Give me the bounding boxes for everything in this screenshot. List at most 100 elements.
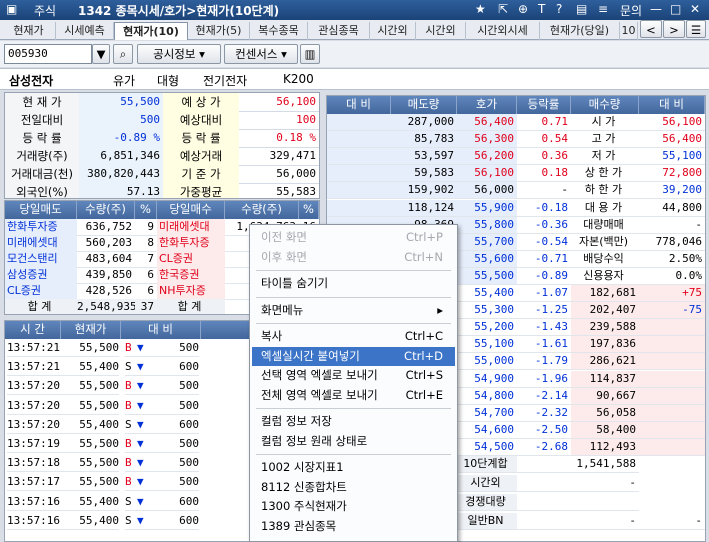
ask-qty[interactable]: 159,902 xyxy=(391,182,457,200)
tab-2[interactable]: 현재가(10) xyxy=(114,22,188,40)
bid-qty[interactable]: 56,058 xyxy=(571,404,639,422)
ask-rate: -0.54 xyxy=(517,234,571,251)
broker-sell-pct: 7 xyxy=(135,251,157,268)
broker-sell-name[interactable]: 한화투자증 xyxy=(5,219,77,236)
tick-side: S xyxy=(125,513,137,530)
ask-qty[interactable]: 85,783 xyxy=(391,131,457,149)
consensus-button[interactable]: 컨센서스 ▾ xyxy=(224,44,298,64)
bid-rate: -2.50 xyxy=(517,422,571,439)
menu-item[interactable]: 8112 신종합차트 xyxy=(252,478,455,497)
tab-menu-button[interactable]: ☰ xyxy=(686,20,706,38)
bid-price[interactable]: 55,100 xyxy=(457,336,517,354)
bid-qty[interactable]: 58,400 xyxy=(571,421,639,439)
code-dropdown-icon[interactable]: ▼ xyxy=(92,44,110,64)
tab-10[interactable]: 10 xyxy=(620,22,638,40)
ask-price[interactable]: 55,800 xyxy=(457,216,517,234)
broker-buy-name[interactable]: 한화투자증 xyxy=(157,235,225,252)
broker-buy-name[interactable]: 미래에셋대 xyxy=(157,219,225,236)
ask-price[interactable]: 56,400 xyxy=(457,114,517,131)
bid-price[interactable]: 54,800 xyxy=(457,388,517,405)
menu-item[interactable]: 컬럼 정보 저장 xyxy=(252,412,455,431)
help-icon[interactable]: ? xyxy=(556,2,562,16)
broker-sell-name[interactable]: 미래에셋대 xyxy=(5,235,77,252)
menu-item-shortcut: Ctrl+P xyxy=(405,230,443,244)
maximize-icon[interactable]: □ xyxy=(670,2,681,16)
bid-qty[interactable]: 239,588 xyxy=(571,319,639,337)
tab-prev-button[interactable]: < xyxy=(640,20,662,38)
ask-price[interactable]: 55,500 xyxy=(457,267,517,285)
tab-4[interactable]: 복수종목 xyxy=(250,22,308,40)
tab-6[interactable]: 시간외 xyxy=(370,22,416,40)
ask-price[interactable]: 56,100 xyxy=(457,165,517,183)
tab-3[interactable]: 현재가(5) xyxy=(188,22,250,40)
bid-price[interactable]: 54,700 xyxy=(457,405,517,422)
menu-item[interactable]: 컬럼 정보 원래 상태로 xyxy=(252,432,455,451)
export-icon[interactable]: ⇱ xyxy=(498,2,508,16)
lock-icon[interactable]: ⊕ xyxy=(518,2,528,16)
chart-icon[interactable]: ▥ xyxy=(300,44,320,64)
ask-price[interactable]: 55,900 xyxy=(457,199,517,217)
bid-qty[interactable]: 286,621 xyxy=(571,353,639,371)
menu-item[interactable]: 선택 영역 엑셀로 보내기 Ctrl+S xyxy=(252,366,455,385)
ask-qty[interactable]: 118,124 xyxy=(391,199,457,217)
broker-buy-name[interactable]: 한국증권 xyxy=(157,267,225,284)
minimize-icon[interactable]: — xyxy=(650,2,662,16)
ask-qty[interactable]: 53,597 xyxy=(391,148,457,166)
print-icon[interactable]: ▤ xyxy=(576,2,587,16)
tab-0[interactable]: 현재가 xyxy=(2,22,56,40)
tab-next-button[interactable]: > xyxy=(663,20,685,38)
menu-item[interactable]: 전체 영역 엑셀로 보내기 Ctrl+E xyxy=(252,386,455,405)
bid-price[interactable]: 55,200 xyxy=(457,319,517,337)
tab-8[interactable]: 시간외시세 xyxy=(466,22,540,40)
ask-price[interactable]: 55,700 xyxy=(457,233,517,251)
menu-item[interactable]: 엑셀실시간 붙여넣기 Ctrl+D xyxy=(252,346,455,366)
text-icon[interactable]: T xyxy=(538,2,545,16)
bid-price[interactable]: 54,500 xyxy=(457,439,517,456)
tick-time: 13:57:21 xyxy=(7,359,61,377)
menu-item[interactable]: 1389 관심종목 xyxy=(252,517,455,536)
ask-price[interactable]: 55,600 xyxy=(457,250,517,268)
menu-item: 이전 화면 Ctrl+P xyxy=(252,228,455,247)
bid-price[interactable]: 54,900 xyxy=(457,371,517,388)
menu-item[interactable]: 1002 시장지표1 xyxy=(252,458,455,477)
bid-qty[interactable]: 197,836 xyxy=(571,336,639,354)
menu-item[interactable]: 복사 Ctrl+C xyxy=(252,327,455,346)
tab-9[interactable]: 현재가(당일) xyxy=(540,22,620,40)
bid-price[interactable]: 54,600 xyxy=(457,422,517,439)
bid-qty[interactable]: 114,837 xyxy=(571,370,639,388)
ask-qty[interactable]: 59,583 xyxy=(391,165,457,183)
bid-qty[interactable]: 112,493 xyxy=(571,438,639,456)
summary-panel: 현 재 가 55,500 전일대비 500 등 락 률 -0.89 % 거래량(주) 6,85… xyxy=(4,92,320,199)
tab-7[interactable]: 시간외 xyxy=(416,22,466,40)
search-icon[interactable]: ⌕ xyxy=(113,44,133,64)
ask-price[interactable]: 56,200 xyxy=(457,148,517,166)
ask-price[interactable]: 56,000 xyxy=(457,182,517,200)
broker-buy-name[interactable]: CL증권 xyxy=(157,251,225,268)
bid-qty[interactable]: 90,667 xyxy=(571,387,639,405)
broker-sell-name[interactable]: 모건스탠리 xyxy=(5,251,77,268)
broker-sell-name[interactable]: 삼성증권 xyxy=(5,267,77,284)
public-info-button[interactable]: 공시정보 ▾ xyxy=(137,44,221,64)
broker-sell-name[interactable]: CL증권 xyxy=(5,283,77,300)
tick-time: 13:57:17 xyxy=(7,474,61,492)
stat-value: 39,200 xyxy=(639,182,705,200)
menu-item[interactable]: 화면메뉴 ▸ xyxy=(252,301,455,320)
bid-price[interactable]: 55,300 xyxy=(457,302,517,320)
ask-price[interactable]: 56,300 xyxy=(457,131,517,149)
bid-qty[interactable]: 202,407 xyxy=(571,302,639,320)
tab-5[interactable]: 관심종목 xyxy=(308,22,370,40)
settings-icon[interactable]: ≡ xyxy=(598,2,608,16)
broker-buy-name[interactable]: NH투자증 xyxy=(157,283,225,300)
ask-qty[interactable]: 287,000 xyxy=(391,114,457,131)
inquiry-link[interactable]: 문의 xyxy=(620,2,642,19)
bid-price[interactable]: 55,400 xyxy=(457,285,517,302)
summary-left-label: 등 락 률 xyxy=(5,129,79,148)
menu-item[interactable]: 타이틀 숨기기 xyxy=(252,274,455,293)
bid-price[interactable]: 55,000 xyxy=(457,353,517,371)
close-icon[interactable]: ✕ xyxy=(690,2,700,16)
menu-item[interactable]: 1300 주식현재가 xyxy=(252,497,455,516)
bid-qty[interactable]: 182,681 xyxy=(571,285,639,302)
tab-1[interactable]: 시세예측 xyxy=(56,22,114,40)
stock-code-input[interactable]: 005930 xyxy=(4,44,92,64)
star-icon[interactable]: ★ xyxy=(475,2,486,16)
